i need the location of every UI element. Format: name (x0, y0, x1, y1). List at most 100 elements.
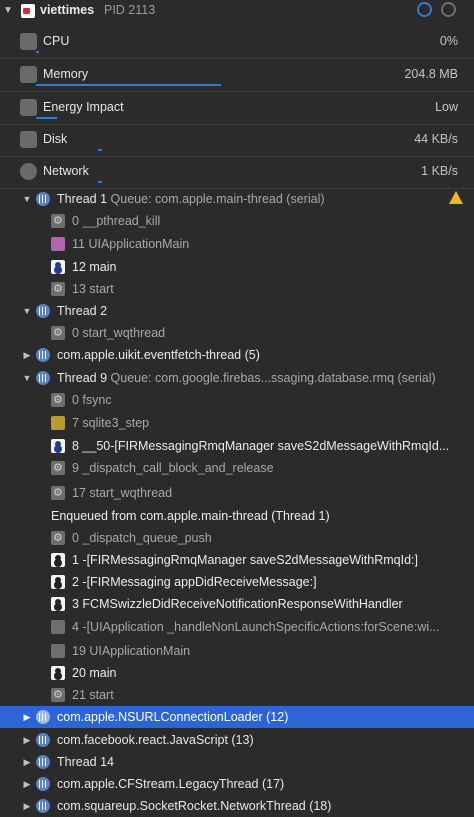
frame-row[interactable]: 20 main (0, 662, 474, 684)
disclosure-collapsed-icon[interactable]: ▶ (21, 706, 33, 728)
frame-label: 2 -[FIRMessaging appDidReceiveMessage:] (72, 575, 317, 589)
pause-icon[interactable] (417, 2, 432, 17)
gauge-label: Network (43, 164, 89, 178)
disclosure-collapsed-icon[interactable]: ▶ (21, 795, 33, 817)
frame-row[interactable]: 3 FCMSwizzleDidReceiveNotificationRespon… (0, 593, 474, 615)
thread-row-cfstream[interactable]: ▶ com.apple.CFStream.LegacyThread (17) (0, 773, 474, 795)
thread-icon (36, 755, 50, 769)
disclosure-expanded-icon[interactable]: ▼ (21, 367, 33, 389)
thread-row-14[interactable]: ▶ Thread 14 (0, 751, 474, 773)
warning-icon[interactable] (449, 191, 463, 204)
gauge-network[interactable]: Network 1 KB/s (0, 156, 474, 189)
frame-row[interactable]: 0 _dispatch_queue_push (0, 527, 474, 549)
frame-row[interactable]: 0 fsync (0, 389, 474, 411)
energy-icon (20, 99, 37, 116)
gear-icon (51, 684, 65, 706)
disclosure-collapsed-icon[interactable]: ▶ (21, 729, 33, 751)
frame-label: 3 FCMSwizzleDidReceiveNotificationRespon… (72, 597, 403, 611)
disclosure-collapsed-icon[interactable]: ▶ (21, 751, 33, 773)
frame-row[interactable]: 0 __pthread_kill (0, 210, 474, 232)
gauge-label: Disk (43, 132, 68, 146)
thread-icon (36, 710, 50, 724)
thread-row-9[interactable]: ▼ Thread 9 Queue: com.google.firebas...s… (0, 367, 474, 389)
gauge-disk[interactable]: Disk 44 KB/s (0, 124, 474, 157)
frame-row[interactable]: 9 _dispatch_call_block_and_release (0, 457, 474, 479)
frame-row[interactable]: 0 start_wqthread (0, 322, 474, 344)
frame-label: 17 start_wqthread (72, 486, 173, 500)
thread-row-1[interactable]: ▼ Thread 1 Queue: com.apple.main-thread … (0, 188, 474, 210)
thread-queue: Queue: com.apple.main-thread (serial) (110, 192, 325, 206)
user-code-icon (51, 666, 65, 680)
thread-icon (36, 348, 50, 362)
thread-row-eventfetch[interactable]: ▶ com.apple.uikit.eventfetch-thread (5) (0, 344, 474, 366)
gauge-energy[interactable]: Energy Impact Low (0, 92, 474, 125)
disclosure-expanded-icon[interactable]: ▼ (21, 188, 33, 210)
frame-label: 0 _dispatch_queue_push (72, 531, 212, 545)
user-code-icon (51, 439, 65, 453)
gear-icon (51, 210, 65, 232)
frame-label: 9 _dispatch_call_block_and_release (72, 461, 274, 475)
view-process-icon[interactable] (441, 2, 456, 17)
frame-label: 20 main (72, 666, 117, 680)
frame-row[interactable]: 21 start (0, 684, 474, 706)
frame-label: 0 start_wqthread (72, 326, 166, 340)
thread-title: com.apple.uikit.eventfetch-thread (5) (57, 348, 260, 362)
disk-icon (20, 131, 37, 148)
thread-icon (36, 777, 50, 791)
thread-row-socketrocket[interactable]: ▶ com.squareup.SocketRocket.NetworkThrea… (0, 795, 474, 817)
gauge-memory[interactable]: Memory 204.8 MB (0, 59, 474, 92)
frame-row[interactable]: 12 main (0, 256, 474, 278)
gauge-label: Memory (43, 67, 89, 81)
gauge-value: Low (435, 100, 458, 114)
frame-label: 11 UIApplicationMain (72, 237, 190, 251)
thread-row-nsurl[interactable]: ▶ com.apple.NSURLConnectionLoader (12) (0, 706, 474, 728)
disclosure-collapsed-icon[interactable]: ▶ (21, 344, 33, 366)
thread-title: com.apple.NSURLConnectionLoader (12) (57, 710, 289, 724)
cpu-usage-bar (36, 51, 39, 53)
thread-icon (36, 799, 50, 813)
frame-row[interactable]: 8 __50-[FIRMessagingRmqManager saveS2dMe… (0, 435, 474, 457)
thread-title: Thread 9 Queue: com.google.firebas...ssa… (57, 367, 436, 389)
gauge-value: 44 KB/s (414, 132, 458, 146)
frame-label: 12 main (72, 260, 117, 274)
frame-label: 0 __pthread_kill (72, 214, 161, 228)
disclosure-collapsed-icon[interactable]: ▶ (21, 773, 33, 795)
thread-icon (36, 192, 50, 206)
process-header[interactable]: ▼ viettimes PID 2113 (0, 0, 474, 22)
app-icon (21, 4, 35, 18)
frame-row[interactable]: 11 UIApplicationMain (0, 233, 474, 255)
frame-label: 0 fsync (72, 393, 112, 407)
gear-icon (51, 482, 65, 504)
gauge-cpu[interactable]: CPU 0% (0, 26, 474, 59)
gauge-value: 204.8 MB (404, 67, 458, 81)
frame-row[interactable]: 17 start_wqthread (0, 482, 474, 504)
frame-label: 19 UIApplicationMain (72, 644, 191, 658)
gear-icon (51, 278, 65, 300)
thread-icon (36, 304, 50, 318)
disclosure-expanded-icon[interactable]: ▼ (21, 300, 33, 322)
frame-row[interactable]: 4 -[UIApplication _handleNonLaunchSpecif… (0, 616, 474, 638)
gear-icon (51, 322, 65, 344)
user-code-icon (51, 597, 65, 611)
frame-row[interactable]: 19 UIApplicationMain (0, 640, 474, 662)
gear-icon (51, 457, 65, 479)
frame-row[interactable]: 7 sqlite3_step (0, 412, 474, 434)
network-icon (20, 163, 37, 180)
process-id: PID 2113 (104, 3, 156, 17)
enqueued-row[interactable]: Enqueued from com.apple.main-thread (Thr… (0, 505, 474, 527)
frame-label: 4 -[UIApplication _handleNonLaunchSpecif… (72, 620, 440, 634)
gear-icon (51, 389, 65, 411)
thread-icon (36, 733, 50, 747)
collapse-chevron-icon[interactable]: ▼ (3, 5, 13, 16)
thread-name: Thread 9 (57, 371, 108, 385)
user-code-icon (51, 260, 65, 274)
app-name: viettimes (40, 3, 95, 17)
cpu-icon (20, 33, 37, 50)
user-code-icon (51, 575, 65, 589)
frame-row[interactable]: 13 start (0, 278, 474, 300)
thread-title: Thread 14 (57, 755, 114, 769)
thread-row-react[interactable]: ▶ com.facebook.react.JavaScript (13) (0, 729, 474, 751)
frame-row[interactable]: 2 -[FIRMessaging appDidReceiveMessage:] (0, 571, 474, 593)
thread-row-2[interactable]: ▼ Thread 2 (0, 300, 474, 322)
frame-row[interactable]: 1 -[FIRMessagingRmqManager saveS2dMessag… (0, 549, 474, 571)
